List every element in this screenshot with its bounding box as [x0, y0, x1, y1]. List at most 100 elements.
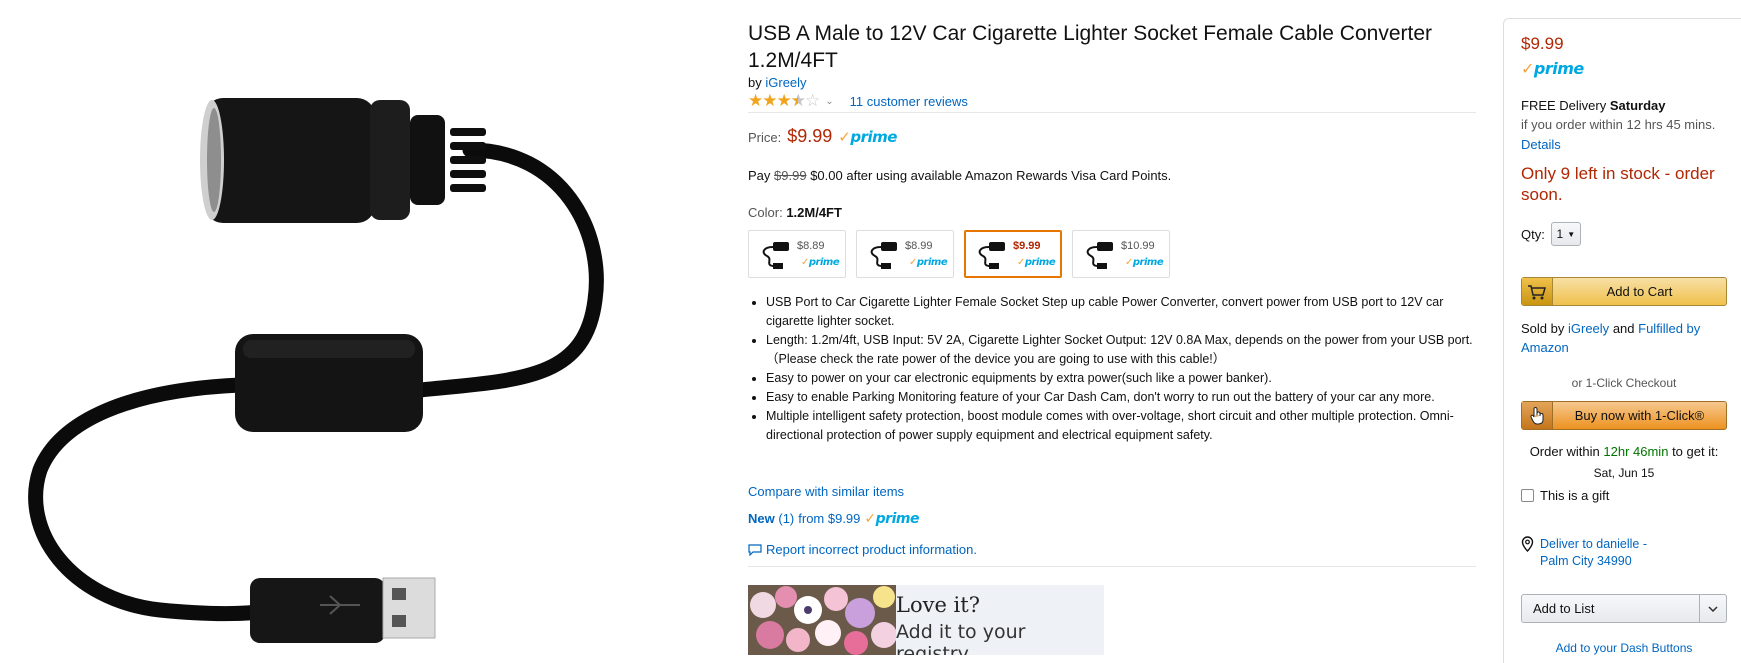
compare-link[interactable]: Compare with similar items [748, 484, 904, 499]
deliver-to-name[interactable]: Deliver to danielle - [1540, 536, 1647, 553]
brand-link[interactable]: iGreely [765, 75, 806, 90]
feature-bullets: USB Port to Car Cigarette Lighter Female… [748, 293, 1486, 445]
registry-banner[interactable]: Love it? Add it to your registry. [748, 585, 1104, 655]
registry-subline: Add it to your registry. [896, 621, 1026, 655]
quantity-row: Qty: 1 ▼ [1521, 222, 1581, 246]
and-text: and [1612, 321, 1635, 336]
gift-option[interactable]: This is a gift [1521, 488, 1609, 503]
feature-bullet: Multiple intelligent safety protection, … [766, 407, 1486, 445]
arrival-date: Sat, Jun 15 [1593, 466, 1655, 480]
qty-value: 1 [1556, 227, 1564, 241]
registry-headline: Love it? [896, 593, 980, 617]
rewards-prefix: Pay [748, 168, 771, 183]
qty-label: Qty: [1521, 226, 1545, 242]
one-click-divider: or 1-Click Checkout [1571, 376, 1677, 390]
buy-box: $9.99 ✓prime FREE Delivery Saturday if y… [1503, 18, 1741, 663]
cable-thumbnail-icon [978, 242, 1005, 269]
order-time: 12hr 46min [1603, 444, 1669, 459]
variant-swatch[interactable]: $10.99 ✓prime [1072, 230, 1170, 278]
new-offers-link[interactable]: New (1) [748, 511, 794, 526]
order-suffix: to get it: [1672, 444, 1719, 459]
usb-metal-tip [382, 577, 436, 639]
new-from: from $9.99 [798, 511, 861, 526]
variant-price: $8.99 [905, 240, 933, 252]
reviews-link[interactable]: 11 customer reviews [850, 94, 968, 109]
rating-row: ★★★★★☆ ⌄ 11 customer reviews [748, 92, 968, 109]
dash-buttons-link[interactable]: Add to your Dash Buttons [1521, 641, 1727, 655]
deliver-to[interactable]: Deliver to danielle - Palm City 34990 [1521, 536, 1647, 570]
prime-badge: ✓prime [1521, 59, 1584, 78]
order-within: Order within 12hr 46min to get it: [1521, 444, 1727, 459]
color-label-text: Color: [748, 205, 783, 220]
feature-bullet: Length: 1.2m/4ft, USB Input: 5V 2A, Ciga… [766, 331, 1486, 369]
variant-swatch[interactable]: $8.99 ✓prime [856, 230, 954, 278]
variant-prime: ✓prime [909, 257, 948, 268]
gift-label: This is a gift [1540, 488, 1610, 503]
new-count: (1) [778, 511, 795, 526]
order-prefix: Order within [1529, 444, 1600, 459]
price-value: $9.99 [787, 126, 833, 146]
product-image[interactable] [0, 0, 700, 662]
prime-badge: ✓prime [838, 128, 897, 146]
delivery-info: FREE Delivery Saturday [1521, 98, 1666, 113]
feature-bullet: Easy to power on your car electronic equ… [766, 369, 1486, 388]
add-to-list-button[interactable]: Add to List [1521, 594, 1727, 623]
delivery-prefix: FREE Delivery [1521, 98, 1607, 113]
product-details: USB A Male to 12V Car Cigarette Lighter … [748, 0, 1476, 662]
variant-swatch[interactable]: $8.89 ✓prime [748, 230, 846, 278]
report-row: Report incorrect product information. [748, 542, 977, 557]
divider [748, 566, 1476, 567]
cable-thumbnail-icon [870, 242, 897, 269]
sold-by-prefix: Sold by [1521, 321, 1565, 336]
flowers-image [748, 585, 896, 655]
sold-by: Sold by iGreely and Fulfilled by Amazon [1521, 319, 1731, 357]
add-to-cart-label: Add to Cart [1606, 284, 1673, 299]
divider [748, 112, 1476, 113]
order-deadline: if you order within 12 hrs 45 mins. [1521, 117, 1716, 132]
new-offers-row: New (1) from $9.99 ✓prime [748, 511, 919, 527]
location-pin-icon [1521, 536, 1534, 552]
variant-price: $9.99 [1013, 240, 1041, 252]
add-to-list-label: Add to List [1533, 601, 1595, 616]
seller-link[interactable]: iGreely [1568, 321, 1609, 336]
variant-price: $10.99 [1121, 240, 1155, 252]
details-link[interactable]: Details [1521, 137, 1561, 152]
star-rating[interactable]: ★★★★★☆ [748, 92, 820, 109]
variant-prime: ✓prime [1017, 257, 1056, 268]
variant-price: $8.89 [797, 240, 825, 252]
prime-badge: ✓prime [864, 511, 919, 527]
chevron-down-icon[interactable] [1699, 595, 1726, 622]
new-label: New [748, 511, 775, 526]
usb-plug-body [250, 578, 385, 643]
socket-body [205, 98, 375, 223]
variant-swatches: $8.89 ✓prime $8.99 ✓prime $9.99 ✓prime $… [748, 230, 1170, 278]
buy-now-button[interactable]: Buy now with 1-Click® [1521, 401, 1727, 430]
cable-thumbnail-icon [1086, 242, 1113, 269]
cable-lower [28, 377, 268, 622]
price-label: Price: [748, 130, 782, 145]
speech-bubble-icon [748, 543, 762, 556]
buybox-price: $9.99 [1521, 34, 1564, 53]
feature-bullet: Easy to enable Parking Monitoring featur… [766, 388, 1486, 407]
by-label: by [748, 75, 762, 90]
cable-thumbnail-icon [762, 242, 789, 269]
check-icon: ✓ [838, 128, 851, 146]
add-to-cart-button[interactable]: Add to Cart [1521, 277, 1727, 306]
chevron-down-icon[interactable]: ⌄ [825, 96, 833, 107]
price-row: Price: $9.99 ✓prime [748, 126, 897, 147]
check-icon: ✓ [1521, 59, 1534, 78]
deliver-to-location[interactable]: Palm City 34990 [1540, 553, 1647, 570]
product-title: USB A Male to 12V Car Cigarette Lighter … [748, 22, 1432, 72]
color-value: 1.2M/4FT [786, 205, 842, 220]
rewards-old-price: $9.99 [774, 168, 807, 183]
caret-down-icon: ▼ [1567, 229, 1576, 239]
gift-checkbox[interactable] [1521, 489, 1534, 502]
quantity-select[interactable]: 1 ▼ [1550, 222, 1581, 246]
report-link[interactable]: Report incorrect product information. [766, 542, 977, 557]
variant-swatch-selected[interactable]: $9.99 ✓prime [964, 230, 1062, 278]
stock-status: Only 9 left in stock - order soon. [1521, 164, 1715, 204]
cable-upper [412, 142, 604, 398]
feature-bullet: USB Port to Car Cigarette Lighter Female… [766, 293, 1486, 331]
hand-pointer-icon [1522, 402, 1553, 429]
variant-prime: ✓prime [1125, 257, 1164, 268]
